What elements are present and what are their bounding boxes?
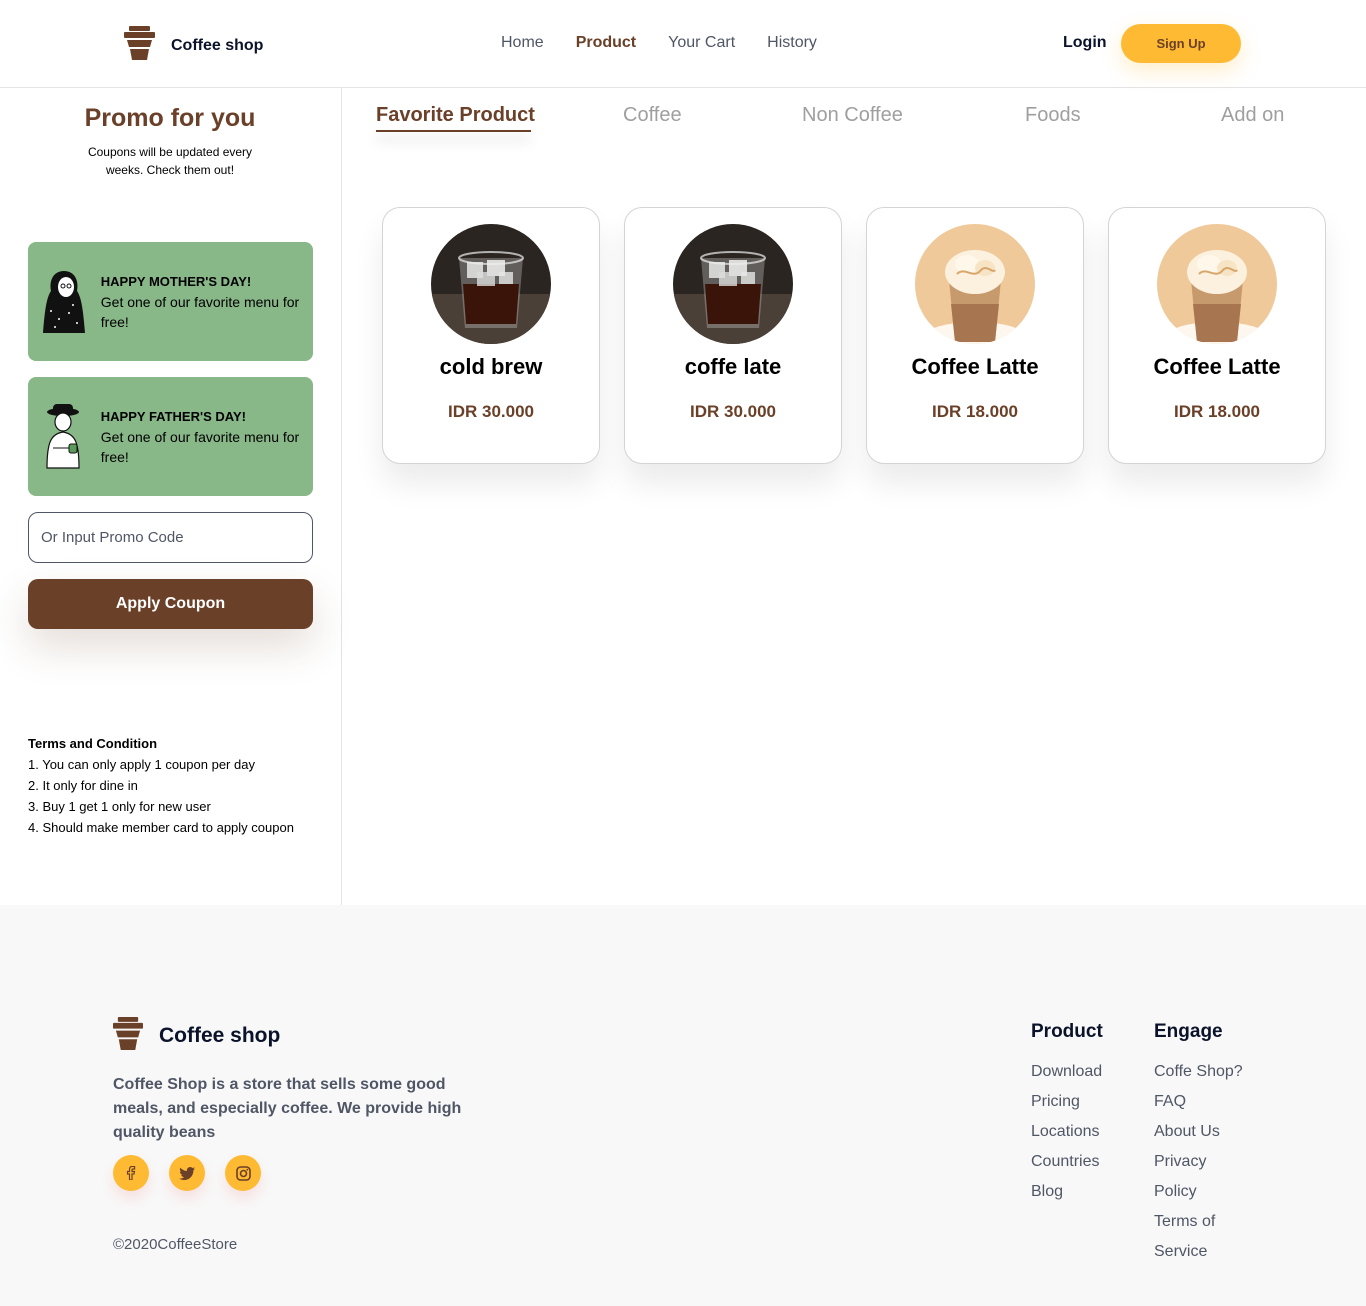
nav-product[interactable]: Product xyxy=(576,34,636,52)
footer-brand-name: Coffee shop xyxy=(159,1024,281,1047)
terms-title: Terms and Condition xyxy=(28,736,158,751)
tab-non-coffee[interactable]: Non Coffee xyxy=(802,104,903,127)
coupon-title: HAPPY FATHER'S DAY! xyxy=(100,408,246,424)
nav-your-cart[interactable]: Your Cart xyxy=(668,34,735,52)
footer-description: Coffee Shop is a store that sells some g… xyxy=(113,1076,462,1141)
promo-code-input[interactable] xyxy=(28,512,313,563)
product-name: Coffee Latte xyxy=(1153,354,1281,379)
footer-column-title: Engage xyxy=(1154,1021,1223,1042)
footer-link-privacy[interactable]: Privacy xyxy=(1154,1147,1243,1177)
facebook-icon[interactable] xyxy=(113,1155,149,1191)
coupon-text: Get one of our favorite menu for free! xyxy=(100,428,300,465)
login-link[interactable]: Login xyxy=(1063,34,1107,52)
terms-item: 2. It only for dine in xyxy=(28,778,138,793)
product-price: IDR 18.000 xyxy=(1174,402,1260,421)
footer-link-countries[interactable]: Countries xyxy=(1031,1147,1103,1177)
product-grid: cold brew IDR 30.000 coffe late IDR 30.0… xyxy=(382,207,1326,464)
product-price: IDR 18.000 xyxy=(932,402,1018,421)
nav-history[interactable]: History xyxy=(767,34,817,52)
product-card[interactable]: Coffee Latte IDR 18.000 xyxy=(1108,207,1326,464)
iced-black-coffee-image xyxy=(673,224,793,344)
terms-item: 3. Buy 1 get 1 only for new user xyxy=(28,799,211,814)
footer-column-engage: Engage Coffe Shop? FAQ About Us Privacy … xyxy=(1154,1021,1243,1267)
footer-brand[interactable]: Coffee shop xyxy=(113,1017,280,1055)
active-tab-underline xyxy=(376,130,531,132)
iced-black-coffee-image xyxy=(431,224,551,344)
footer-link-locations[interactable]: Locations xyxy=(1031,1117,1103,1147)
coupon-card-mothers-day[interactable]: HAPPY MOTHER'S DAY! Get one of our favor… xyxy=(28,242,313,361)
tab-foods[interactable]: Foods xyxy=(1025,104,1081,127)
coupon-card-fathers-day[interactable]: HAPPY FATHER'S DAY! Get one of our favor… xyxy=(28,377,313,496)
product-price: IDR 30.000 xyxy=(690,402,776,421)
promo-title: Promo for you xyxy=(84,104,256,132)
instagram-icon[interactable] xyxy=(225,1155,261,1191)
footer-column-title: Product xyxy=(1031,1021,1103,1042)
tab-coffee[interactable]: Coffee xyxy=(623,104,682,127)
product-card[interactable]: cold brew IDR 30.000 xyxy=(382,207,600,464)
coupon-text: Get one of our favorite menu for free! xyxy=(100,293,300,330)
coupon-title: HAPPY MOTHER'S DAY! xyxy=(100,273,252,289)
twitter-icon[interactable] xyxy=(169,1155,205,1191)
brand-name: Coffee shop xyxy=(171,36,264,54)
terms-item: 4. Should make member card to apply coup… xyxy=(28,820,294,835)
main-nav: Home Product Your Cart History xyxy=(501,34,849,52)
whipped-latte-image xyxy=(1157,224,1277,344)
tab-add-on[interactable]: Add on xyxy=(1221,104,1284,127)
footer-link-download[interactable]: Download xyxy=(1031,1057,1103,1087)
category-tabs: Favorite Product Coffee Non Coffee Foods… xyxy=(376,104,1316,134)
tab-favorite-product[interactable]: Favorite Product xyxy=(376,104,535,127)
footer-link-service[interactable]: Service xyxy=(1154,1237,1243,1267)
nav-home[interactable]: Home xyxy=(501,34,544,52)
whipped-latte-image xyxy=(915,224,1035,344)
coffee-cup-logo-icon xyxy=(113,1017,143,1055)
promo-subtitle: Coupons will be updated every weeks. Che… xyxy=(87,145,253,177)
copyright: ©2020CoffeeStore xyxy=(113,1236,238,1253)
footer-link-about-us[interactable]: About Us xyxy=(1154,1117,1243,1147)
apply-coupon-button[interactable]: Apply Coupon xyxy=(28,579,313,629)
brand[interactable]: Coffee shop xyxy=(124,26,263,65)
terms-item: 1. You can only apply 1 coupon per day xyxy=(28,757,255,772)
product-card[interactable]: coffe late IDR 30.000 xyxy=(624,207,842,464)
footer-link-terms-of[interactable]: Terms of xyxy=(1154,1207,1243,1237)
product-name: cold brew xyxy=(439,354,543,379)
product-card[interactable]: Coffee Latte IDR 18.000 xyxy=(866,207,1084,464)
footer-link-policy[interactable]: Policy xyxy=(1154,1177,1243,1207)
footer-link-faq[interactable]: FAQ xyxy=(1154,1087,1243,1117)
footer-link-pricing[interactable]: Pricing xyxy=(1031,1087,1103,1117)
coffee-cup-logo-icon xyxy=(124,26,155,65)
product-price: IDR 30.000 xyxy=(448,402,534,421)
product-name: coffe late xyxy=(684,354,782,379)
mother-illustration-icon xyxy=(28,242,101,361)
product-name: Coffee Latte xyxy=(911,354,1039,379)
terms-section: Terms and Condition 1. You can only appl… xyxy=(28,733,298,838)
signup-button[interactable]: Sign Up xyxy=(1121,24,1241,63)
promo-sidebar: Promo for you Coupons will be updated ev… xyxy=(0,88,342,905)
father-illustration-icon xyxy=(28,377,101,496)
social-links xyxy=(113,1155,261,1191)
footer-link-coffe-shop[interactable]: Coffe Shop? xyxy=(1154,1057,1243,1087)
footer-column-product: Product Download Pricing Locations Count… xyxy=(1031,1021,1103,1207)
footer: Coffee shop Coffee Shop is a store that … xyxy=(0,905,1366,1306)
header: Coffee shop Home Product Your Cart Histo… xyxy=(0,0,1366,88)
footer-link-blog[interactable]: Blog xyxy=(1031,1177,1103,1207)
